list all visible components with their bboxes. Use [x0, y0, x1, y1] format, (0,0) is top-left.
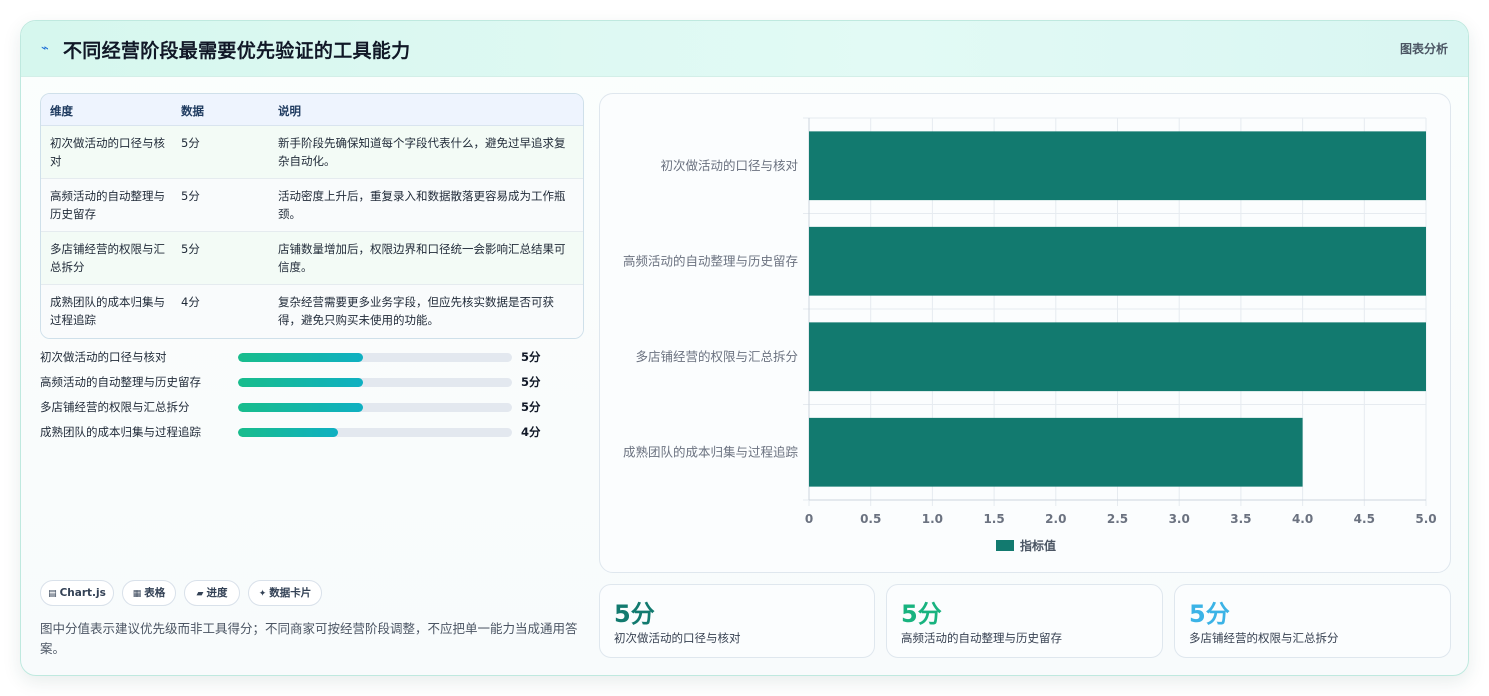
stat-card: 5分 高频活动的自动整理与历史留存 — [886, 584, 1163, 658]
x-tick-label: 5.0 — [1415, 512, 1436, 526]
chart-icon: ▤ — [48, 589, 57, 599]
row-dimension: 高频活动的自动整理与历史留存 — [50, 189, 165, 221]
progress-value: 5分 — [521, 400, 541, 414]
row-dimension: 多店铺经营的权限与汇总拆分 — [50, 242, 165, 274]
x-tick-label: 0.5 — [860, 512, 881, 526]
progress-row: 高频活动的自动整理与历史留存 5分 — [40, 372, 584, 392]
row-description: 新手阶段先确保知道每个字段代表什么，避免过早追求复杂自动化。 — [278, 136, 566, 168]
legend-swatch — [996, 540, 1014, 551]
main-card: ⌁ 不同经营阶段最需要优先验证的工具能力 图表分析 维度 数据 说明 初次做活动… — [20, 20, 1469, 676]
footnote: 图中分值表示建议优先级而非工具得分；不同商家可按经营阶段调整，不应把单一能力当成… — [40, 621, 578, 656]
card-header: ⌁ 不同经营阶段最需要优先验证的工具能力 图表分析 — [21, 21, 1468, 77]
chip-progress[interactable]: ▰ 进度 — [184, 580, 240, 606]
y-tick-label: 多店铺经营的权限与汇总拆分 — [635, 349, 798, 364]
chart-bar — [809, 226, 1426, 296]
row-dimension: 成熟团队的成本归集与过程追踪 — [50, 295, 165, 327]
x-tick-label: 2.5 — [1107, 512, 1128, 526]
stat-value: 5分 — [901, 600, 942, 628]
progress-fill — [238, 378, 363, 387]
progress-fill — [238, 403, 363, 412]
sparkle-icon: ✦ — [258, 589, 267, 599]
chip-chartjs[interactable]: ▤ Chart.js — [40, 580, 114, 606]
column-header-dimension: 维度 — [50, 104, 73, 118]
chip-label: 数据卡片 — [269, 587, 312, 599]
chip-label: Chart.js — [59, 587, 106, 599]
stat-value: 5分 — [614, 600, 655, 628]
y-tick-label: 高频活动的自动整理与历史留存 — [623, 253, 798, 268]
row-description: 复杂经营需要更多业务字段，但应先核实数据是否可获得，避免只购买未使用的功能。 — [278, 295, 554, 327]
table-row: 高频活动的自动整理与历史留存 5分 活动密度上升后，重复录入和数据散落更容易成为… — [41, 179, 583, 232]
row-value: 5分 — [181, 136, 200, 150]
row-description: 活动密度上升后，重复录入和数据散落更容易成为工作瓶颈。 — [278, 189, 566, 221]
chart-bar — [809, 417, 1303, 487]
progress-track — [238, 378, 512, 387]
chart-bar — [809, 322, 1426, 392]
stat-label: 高频活动的自动整理与历史留存 — [901, 631, 1062, 645]
x-tick-label: 3.5 — [1230, 512, 1251, 526]
legend-label: 指标值 — [1020, 538, 1056, 553]
page-title: 不同经营阶段最需要优先验证的工具能力 — [63, 40, 411, 62]
x-tick-label: 1.5 — [983, 512, 1004, 526]
progress-row: 成熟团队的成本归集与过程追踪 4分 — [40, 422, 584, 442]
row-description: 店铺数量增加后，权限边界和口径统一会影响汇总结果可信度。 — [278, 242, 566, 274]
progress-label: 初次做活动的口径与核对 — [40, 350, 167, 364]
row-value: 5分 — [181, 189, 200, 203]
sparkle-icon: ⌁ — [41, 41, 49, 56]
chart-svg: 0 0.5 1.0 1.5 2.0 2.5 3.0 3.5 4.0 4.5 5.0 初次做活动的口径与… — [623, 117, 1437, 553]
progress-track — [238, 428, 512, 437]
stat-label: 初次做活动的口径与核对 — [614, 631, 741, 645]
x-tick-label: 3.0 — [1169, 512, 1190, 526]
y-tick-label: 成熟团队的成本归集与过程追踪 — [623, 444, 799, 459]
row-dimension: 初次做活动的口径与核对 — [50, 136, 165, 168]
row-value: 5分 — [181, 242, 200, 256]
stat-card: 5分 初次做活动的口径与核对 — [599, 584, 875, 658]
y-tick-label: 初次做活动的口径与核对 — [660, 158, 798, 173]
chip-label: 表格 — [144, 587, 166, 599]
progress-track — [238, 353, 512, 362]
chart-bar — [809, 131, 1426, 201]
row-value: 4分 — [181, 295, 200, 309]
x-tick-label: 0 — [805, 512, 813, 526]
stat-value: 5分 — [1189, 600, 1230, 628]
progress-row: 初次做活动的口径与核对 5分 — [40, 347, 584, 367]
chip-label: 进度 — [206, 587, 228, 599]
progress-label: 成熟团队的成本归集与过程追踪 — [40, 425, 201, 439]
column-header-description: 说明 — [278, 104, 301, 118]
chip-data-card[interactable]: ✦ 数据卡片 — [248, 580, 322, 606]
data-table: 维度 数据 说明 初次做活动的口径与核对 5分 新手阶段先确保知道每个字段代表什… — [40, 93, 584, 339]
stat-label: 多店铺经营的权限与汇总拆分 — [1189, 631, 1339, 645]
analysis-tag: 图表分析 — [1399, 42, 1448, 56]
progress-value: 5分 — [521, 350, 541, 364]
stat-card: 5分 多店铺经营的权限与汇总拆分 — [1174, 584, 1451, 658]
progress-value: 4分 — [521, 425, 541, 439]
table-row: 初次做活动的口径与核对 5分 新手阶段先确保知道每个字段代表什么，避免过早追求复… — [41, 126, 583, 179]
progress-row: 多店铺经营的权限与汇总拆分 5分 — [40, 397, 584, 417]
table-header: 维度 数据 说明 — [41, 94, 583, 126]
column-header-data: 数据 — [181, 104, 204, 118]
x-tick-label: 4.0 — [1292, 512, 1313, 526]
chip-table[interactable]: ▦ 表格 — [122, 580, 176, 606]
progress-track — [238, 403, 512, 412]
bar-chart: 0 0.5 1.0 1.5 2.0 2.5 3.0 3.5 4.0 4.5 5.0 初次做活动的口径与… — [599, 93, 1451, 573]
progress-fill — [238, 353, 363, 362]
table-row: 成熟团队的成本归集与过程追踪 4分 复杂经营需要更多业务字段，但应先核实数据是否… — [41, 285, 583, 338]
progress-fill — [238, 428, 338, 437]
progress-value: 5分 — [521, 375, 541, 389]
x-tick-label: 1.0 — [922, 512, 943, 526]
x-tick-label: 4.5 — [1354, 512, 1375, 526]
table-icon: ▦ — [132, 589, 142, 599]
x-tick-label: 2.0 — [1045, 512, 1066, 526]
table-row: 多店铺经营的权限与汇总拆分 5分 店铺数量增加后，权限边界和口径统一会影响汇总结… — [41, 232, 583, 285]
folder-icon: ▰ — [196, 589, 204, 599]
progress-label: 高频活动的自动整理与历史留存 — [40, 375, 201, 389]
progress-label: 多店铺经营的权限与汇总拆分 — [40, 400, 190, 414]
